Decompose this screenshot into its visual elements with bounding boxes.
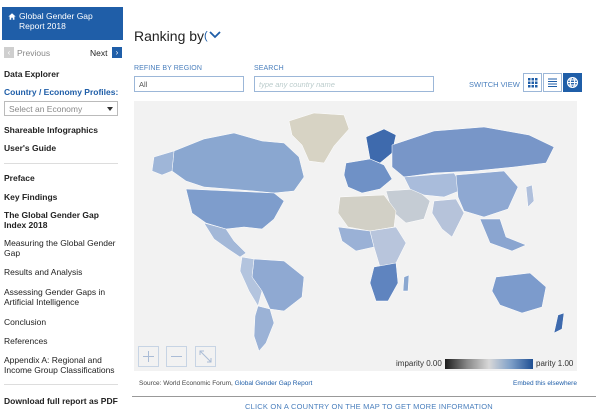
country-china[interactable]: [455, 170, 519, 218]
zoom-out-icon: [171, 356, 182, 357]
country-usa[interactable]: [185, 188, 285, 230]
country-europe[interactable]: [343, 158, 393, 194]
country-scandinavia[interactable]: [365, 128, 397, 164]
embed-link[interactable]: Embed this elsewhere: [513, 380, 577, 387]
preface-link[interactable]: Preface: [4, 173, 122, 183]
country-argentina[interactable]: [253, 305, 275, 352]
economy-select[interactable]: Select an Economy: [4, 101, 118, 116]
next-link[interactable]: Next: [90, 48, 107, 58]
list-view-button[interactable]: [543, 73, 562, 92]
country-west-africa[interactable]: [337, 226, 375, 252]
sidebar-item[interactable]: References: [4, 336, 122, 346]
world-map-svg[interactable]: [134, 101, 577, 371]
zoom-out-button[interactable]: [166, 346, 187, 367]
sidebar-item[interactable]: Measuring the Global Gender Gap: [4, 238, 122, 258]
map-instruction: CLICK ON A COUNTRY ON THE MAP TO GET MOR…: [245, 402, 493, 411]
profiles-label: Country / Economy Profiles:: [4, 87, 119, 97]
switch-view-label: SWITCH VIEW: [469, 80, 520, 89]
report-title-button[interactable]: Global Gender Gap Report 2018: [2, 7, 123, 40]
source-prefix: Source: World Economic Forum,: [139, 380, 233, 387]
map-view-button[interactable]: [563, 73, 582, 92]
infographics-link[interactable]: Shareable Infographics: [4, 125, 122, 135]
key-findings-link[interactable]: Key Findings: [4, 192, 122, 202]
search-label: SEARCH: [254, 65, 284, 72]
index-title-link[interactable]: The Global Gender Gap Index 2018: [4, 210, 122, 230]
chevron-down-icon[interactable]: (: [204, 27, 226, 43]
svg-text:(: (: [204, 30, 208, 42]
users-guide-link[interactable]: User's Guide: [4, 143, 122, 153]
grid-view-button[interactable]: [523, 73, 542, 92]
main-panel: Ranking by ( REFINE BY REGION All SEARCH…: [128, 0, 600, 411]
report-title: Global Gender Gap Report 2018: [19, 11, 93, 31]
fullscreen-button[interactable]: [195, 346, 216, 367]
region-select[interactable]: All: [134, 76, 244, 92]
source-note: Source: World Economic Forum, Global Gen…: [139, 380, 312, 387]
world-map[interactable]: imparity 0.00 parity 1.00: [134, 101, 577, 371]
country-canada[interactable]: [171, 132, 305, 194]
divider: [4, 384, 118, 385]
page-title: Ranking by: [134, 28, 205, 44]
country-usa-alaska[interactable]: [151, 150, 175, 176]
grid-view-icon: [528, 78, 538, 88]
divider: [132, 396, 596, 397]
country-brazil[interactable]: [251, 258, 305, 312]
country-japan[interactable]: [525, 184, 535, 208]
chevron-down-icon: [107, 107, 113, 111]
zoom-in-icon: [143, 351, 154, 362]
country-southeast-asia[interactable]: [479, 218, 527, 252]
sidebar-item[interactable]: Conclusion: [4, 317, 122, 327]
sidebar-item[interactable]: Appendix A: Regional and Income Group Cl…: [4, 355, 122, 375]
pager: ‹ Previous Next ›: [2, 47, 122, 59]
expand-icon: [199, 350, 212, 363]
divider: [4, 163, 118, 164]
download-pdf-link[interactable]: Download full report as PDF: [4, 396, 122, 406]
country-russia[interactable]: [391, 126, 555, 178]
sidebar: Global Gender Gap Report 2018 ‹ Previous…: [0, 0, 128, 411]
country-australia[interactable]: [491, 272, 547, 314]
zoom-in-button[interactable]: [138, 346, 159, 367]
sidebar-item[interactable]: Assessing Gender Gaps in Artificial Inte…: [4, 287, 122, 307]
sidebar-item[interactable]: Results and Analysis: [4, 267, 122, 277]
source-link[interactable]: Global Gender Gap Report: [235, 380, 313, 387]
country-new-zealand[interactable]: [553, 312, 565, 334]
chevron-right-icon[interactable]: ›: [112, 47, 122, 58]
previous-link[interactable]: Previous: [17, 48, 50, 58]
home-icon: [8, 13, 16, 20]
country-north-africa[interactable]: [337, 194, 397, 232]
refine-region-label: REFINE BY REGION: [134, 65, 202, 72]
country-madagascar[interactable]: [402, 274, 410, 292]
data-explorer-link[interactable]: Data Explorer: [4, 69, 122, 79]
legend-min-label: imparity 0.00: [396, 359, 442, 368]
legend-gradient: [445, 359, 533, 369]
economy-select-value: Select an Economy: [9, 104, 83, 114]
country-greenland[interactable]: [288, 112, 350, 164]
legend-max-label: parity 1.00: [536, 359, 574, 368]
country-east-africa[interactable]: [369, 226, 407, 268]
chevron-left-icon[interactable]: ‹: [4, 47, 14, 58]
list-view-icon: [548, 78, 557, 87]
country-southern-africa[interactable]: [369, 262, 399, 302]
globe-icon: [566, 76, 579, 89]
country-india[interactable]: [431, 198, 465, 238]
search-input[interactable]: type any country name: [254, 76, 434, 92]
